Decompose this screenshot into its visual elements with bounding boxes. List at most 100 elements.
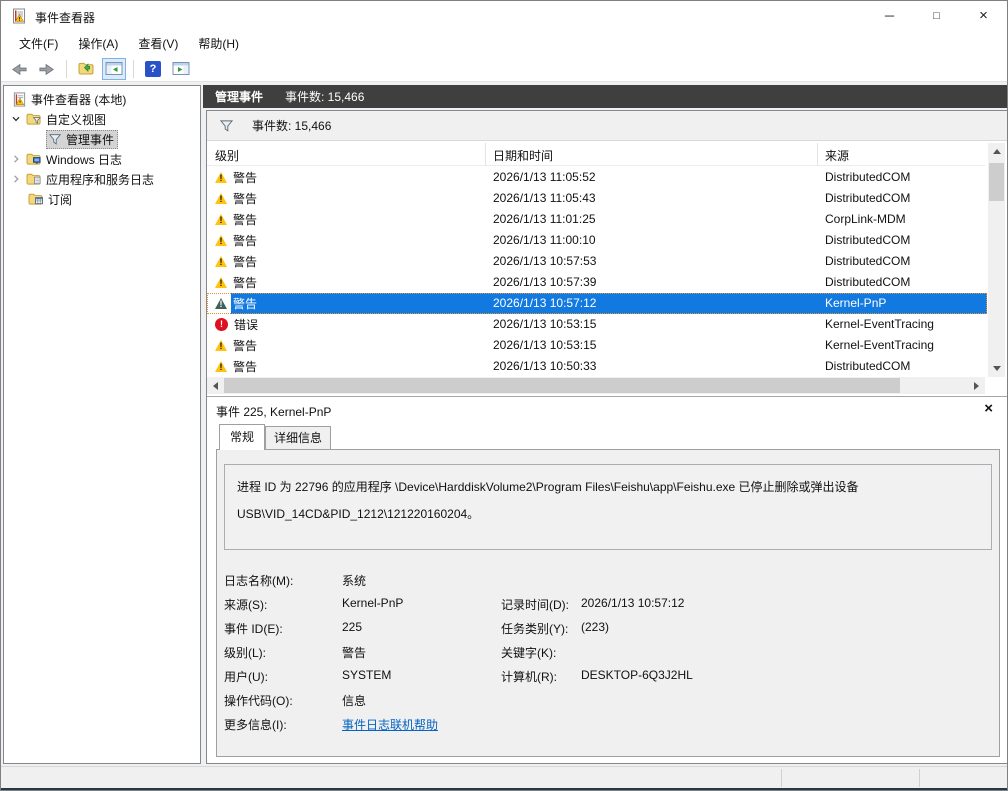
tree-item-applications-and-services-logs[interactable]: 应用程序和服务日志 bbox=[4, 169, 200, 189]
logged-value: 2026/1/13 10:57:12 bbox=[581, 596, 684, 610]
tab-general[interactable]: 常规 bbox=[219, 424, 265, 450]
minimize-button[interactable]: ─ bbox=[866, 1, 913, 32]
tree-item-windows-logs[interactable]: Windows 日志 bbox=[4, 149, 200, 169]
maximize-button[interactable]: □ bbox=[913, 1, 960, 32]
tree-item-label: Windows 日志 bbox=[46, 151, 122, 168]
log-name-label: 日志名称(M): bbox=[224, 572, 293, 589]
level-value: 警告 bbox=[342, 644, 366, 661]
warning-icon bbox=[215, 256, 227, 267]
status-divider bbox=[919, 769, 920, 787]
warning-icon bbox=[215, 361, 227, 372]
vertical-scroll-thumb[interactable] bbox=[989, 163, 1004, 201]
tree-item-label: 自定义视图 bbox=[46, 111, 106, 128]
scroll-left-icon[interactable] bbox=[207, 377, 224, 394]
warning-icon bbox=[215, 193, 227, 204]
table-row[interactable]: 警告 2026/1/13 11:05:43DistributedCOM bbox=[207, 188, 987, 209]
toolbar-separator bbox=[133, 60, 134, 78]
scroll-right-icon[interactable] bbox=[968, 377, 985, 394]
menu-view[interactable]: 查看(V) bbox=[128, 32, 188, 56]
event-description: 进程 ID 为 22796 的应用程序 \Device\HarddiskVolu… bbox=[224, 464, 992, 550]
warning-icon bbox=[215, 277, 227, 288]
tree-item-label: 管理事件 bbox=[66, 131, 114, 148]
view-event-count: 事件数: 15,466 bbox=[285, 88, 364, 105]
scroll-up-icon[interactable] bbox=[988, 143, 1005, 160]
column-divider[interactable] bbox=[817, 143, 818, 166]
tree-item-label: 事件查看器 (本地) bbox=[31, 91, 126, 108]
chevron-down-icon[interactable] bbox=[10, 114, 22, 124]
column-header-level[interactable]: 级别 bbox=[215, 147, 239, 164]
tree-item-event-viewer-root[interactable]: 事件查看器 (本地) bbox=[4, 89, 200, 109]
user-value: SYSTEM bbox=[342, 668, 391, 682]
scroll-down-icon[interactable] bbox=[988, 360, 1005, 377]
menu-file[interactable]: 文件(F) bbox=[9, 32, 68, 56]
computer-label: 计算机(R): bbox=[501, 668, 557, 685]
tree-item-custom-views[interactable]: 自定义视图 bbox=[4, 109, 200, 129]
event-details-title: 事件 225, Kernel-PnP bbox=[216, 403, 331, 420]
tree-item-label: 应用程序和服务日志 bbox=[46, 171, 154, 188]
open-saved-log-icon[interactable] bbox=[74, 58, 98, 80]
tree-item-label: 订阅 bbox=[48, 191, 72, 208]
window-title: 事件查看器 bbox=[35, 9, 95, 26]
table-row[interactable]: 警告 2026/1/13 10:57:53DistributedCOM bbox=[207, 251, 987, 272]
computer-value: DESKTOP-6Q3J2HL bbox=[581, 668, 693, 682]
table-row[interactable]: 警告 2026/1/13 11:00:10DistributedCOM bbox=[207, 230, 987, 251]
events-panel: 事件数: 15,466 级别 日期和时间 来源 警告 2026/1/13 11:… bbox=[206, 110, 1008, 764]
table-row[interactable]: 警告 2026/1/13 10:57:39DistributedCOM bbox=[207, 272, 987, 293]
menu-help[interactable]: 帮助(H) bbox=[188, 32, 249, 56]
status-divider bbox=[781, 769, 782, 787]
help-icon[interactable]: ? bbox=[141, 58, 165, 80]
tree-item-administrative-events[interactable]: 管理事件 bbox=[4, 129, 200, 149]
table-row[interactable]: 警告 2026/1/13 11:05:52DistributedCOM bbox=[207, 167, 987, 188]
logged-label: 记录时间(D): bbox=[501, 596, 569, 613]
column-divider[interactable] bbox=[485, 143, 486, 166]
toolbar-separator bbox=[66, 60, 67, 78]
menu-bar: 文件(F) 操作(A) 查看(V) 帮助(H) bbox=[1, 32, 1007, 56]
vertical-scrollbar[interactable] bbox=[988, 143, 1005, 377]
event-details-pane: 事件 225, Kernel-PnP × 常规 详细信息 进程 ID 为 227… bbox=[207, 396, 1007, 763]
task-category-label: 任务类别(Y): bbox=[501, 620, 568, 637]
column-header-source[interactable]: 来源 bbox=[825, 147, 849, 164]
opcode-value: 信息 bbox=[342, 692, 366, 709]
warning-icon bbox=[215, 298, 227, 309]
close-details-icon[interactable]: × bbox=[984, 400, 993, 417]
action-pane-toggle-icon[interactable] bbox=[169, 58, 193, 80]
close-button[interactable]: × bbox=[960, 1, 1007, 32]
event-viewer-app-icon bbox=[11, 8, 27, 24]
tree-item-subscriptions[interactable]: 订阅 bbox=[4, 189, 200, 209]
tab-details[interactable]: 详细信息 bbox=[265, 426, 331, 449]
table-row[interactable]: 错误 2026/1/13 10:53:15Kernel-EventTracing bbox=[207, 314, 987, 335]
general-tab-content: 进程 ID 为 22796 的应用程序 \Device\HarddiskVolu… bbox=[216, 449, 1000, 757]
horizontal-scrollbar[interactable] bbox=[207, 377, 985, 394]
filter-bar: 事件数: 15,466 bbox=[207, 111, 1007, 141]
table-row[interactable]: 警告 2026/1/13 10:50:33DistributedCOM bbox=[207, 356, 987, 377]
folder-apps-icon bbox=[26, 172, 42, 186]
level-label: 级别(L): bbox=[224, 644, 266, 661]
toolbar: ? bbox=[1, 56, 1007, 82]
menu-action[interactable]: 操作(A) bbox=[68, 32, 128, 56]
task-category-value: (223) bbox=[581, 620, 609, 634]
event-id-value: 225 bbox=[342, 620, 362, 634]
keywords-label: 关键字(K): bbox=[501, 644, 556, 661]
filter-count-label: 事件数: 15,466 bbox=[252, 117, 331, 134]
chevron-right-icon[interactable] bbox=[10, 174, 22, 184]
subscriptions-icon bbox=[28, 192, 44, 206]
console-tree-toggle-icon[interactable] bbox=[102, 58, 126, 80]
event-id-label: 事件 ID(E): bbox=[224, 620, 283, 637]
column-header-datetime[interactable]: 日期和时间 bbox=[493, 147, 553, 164]
error-icon bbox=[215, 318, 228, 331]
table-row[interactable]: 警告 2026/1/13 10:53:15Kernel-EventTracing bbox=[207, 335, 987, 356]
event-log-online-help-link[interactable]: 事件日志联机帮助 bbox=[342, 716, 438, 733]
back-icon[interactable] bbox=[7, 58, 31, 80]
table-row-selected[interactable]: 警告 2026/1/13 10:57:12Kernel-PnP bbox=[207, 293, 987, 314]
warning-icon bbox=[215, 172, 227, 183]
status-bar bbox=[1, 766, 1007, 788]
forward-icon[interactable] bbox=[35, 58, 59, 80]
chevron-right-icon[interactable] bbox=[10, 154, 22, 164]
log-name-value: 系统 bbox=[342, 572, 366, 589]
more-info-label: 更多信息(I): bbox=[224, 716, 287, 733]
filter-funnel-icon bbox=[219, 119, 234, 133]
source-label: 来源(S): bbox=[224, 596, 267, 613]
view-title: 管理事件 bbox=[215, 88, 263, 105]
table-row[interactable]: 警告 2026/1/13 11:01:25CorpLink-MDM bbox=[207, 209, 987, 230]
horizontal-scroll-thumb[interactable] bbox=[224, 378, 900, 393]
